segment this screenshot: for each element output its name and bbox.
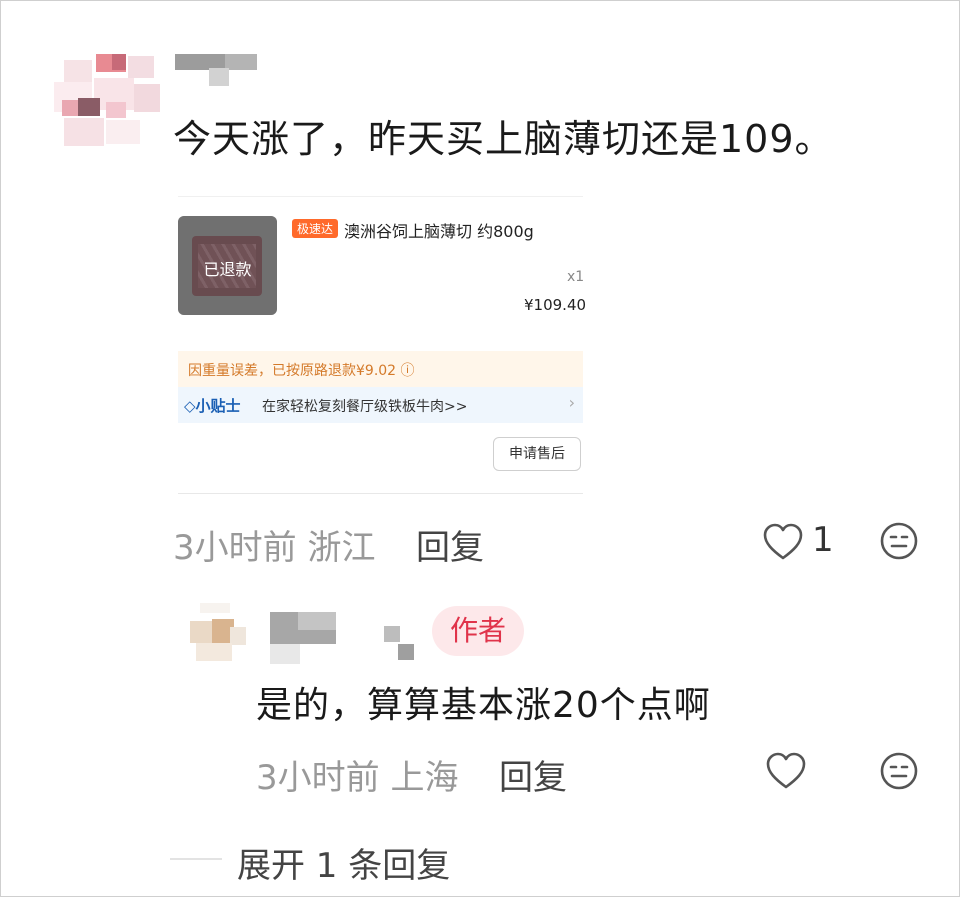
refund-notice: 因重量误差，已按原路退款¥9.02 ⓘ <box>178 351 583 387</box>
after-sale-button[interactable]: 申请售后 <box>493 437 581 471</box>
tip-text: 在家轻松复刻餐厅级铁板牛肉>> <box>262 399 468 415</box>
chevron-right-icon: › <box>568 393 575 412</box>
reply-time: 3小时前 <box>256 758 380 798</box>
order-screenshot[interactable]: 已退款 极速达 澳洲谷饲上脑薄切 约800g x1 ¥109.40 因重量误差，… <box>178 196 587 494</box>
heart-icon[interactable] <box>762 522 804 562</box>
username-blurred[interactable] <box>175 52 257 86</box>
reply-meta: 3小时前 上海 <box>256 750 458 799</box>
product-price: ¥109.40 <box>524 296 587 314</box>
reply-button[interactable]: 回复 <box>416 520 484 569</box>
product-quantity: x1 <box>567 269 585 285</box>
heart-icon[interactable] <box>765 751 807 791</box>
author-badge: 作者 <box>432 606 524 656</box>
emoji-icon[interactable] <box>879 521 919 561</box>
reply-reply-button[interactable]: 回复 <box>499 750 567 799</box>
avatar[interactable] <box>50 50 162 154</box>
refunded-label: 已退款 <box>203 260 252 279</box>
product-thumbnail: 已退款 <box>178 216 277 315</box>
product-title: 澳洲谷饲上脑薄切 约800g <box>344 222 534 241</box>
comment-meta: 3小时前 浙江 <box>173 520 375 569</box>
reply-username-blurred[interactable] <box>270 612 416 664</box>
expand-replies-button[interactable]: 展开 1 条回复 <box>237 838 450 887</box>
refund-notice-text: 因重量误差，已按原路退款¥9.02 ⓘ <box>188 363 415 379</box>
comment-time: 3小时前 <box>173 528 297 568</box>
reply-text: 是的，算算基本涨20个点啊 <box>256 685 711 726</box>
like-count: 1 <box>812 520 834 560</box>
comment-text: 今天涨了，昨天买上脑薄切还是109。 <box>173 117 834 161</box>
reply-location: 上海 <box>390 758 459 798</box>
tip-banner[interactable]: ◇小贴士 在家轻松复刻餐厅级铁板牛肉>> › <box>178 387 583 423</box>
express-tag: 极速达 <box>292 219 339 238</box>
tip-label: ◇小贴士 <box>184 397 241 415</box>
reply-avatar[interactable] <box>190 603 252 661</box>
comment-location: 浙江 <box>307 528 376 568</box>
emoji-icon[interactable] <box>879 751 919 791</box>
divider <box>170 858 222 860</box>
